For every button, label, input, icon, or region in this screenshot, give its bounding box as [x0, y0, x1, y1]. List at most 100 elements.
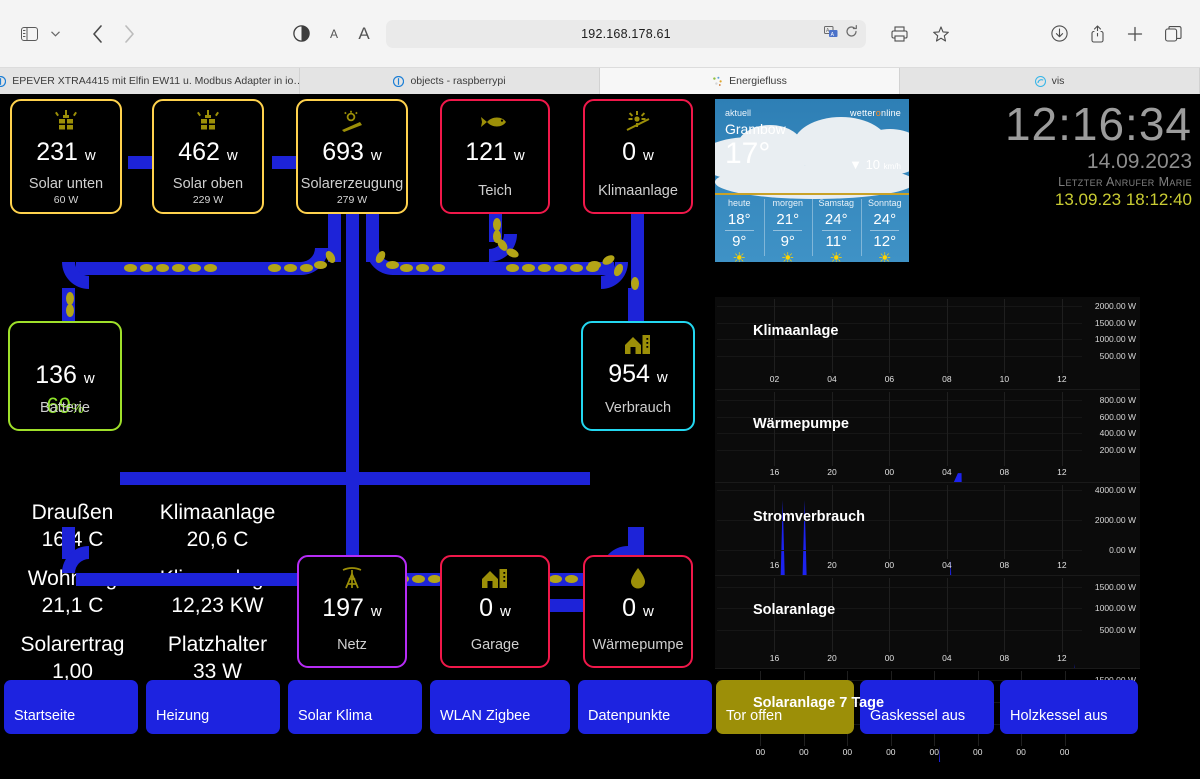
charts-panel: Klimaanlage 500.00 W1000.00 W1500.00 W20… — [715, 297, 1140, 669]
pipe-elbow-left-2 — [62, 262, 89, 289]
chart-waermepumpe[interactable]: Wärmepumpe 200.00 W400.00 W600.00 W800.0… — [715, 390, 1140, 483]
chart-gridline — [889, 485, 890, 559]
node-value: 136 w — [35, 360, 95, 394]
node-solarerzeugung[interactable]: 693 w Solarerzeugung 279 W — [296, 99, 408, 214]
chart-y-axis: 200.00 W400.00 W600.00 W800.00 W — [1082, 392, 1138, 466]
node-value: 197 w — [322, 593, 382, 627]
nav-button-startseite[interactable]: Startseite — [4, 680, 138, 734]
text-size-large-button[interactable]: A — [354, 17, 374, 51]
chart-x-axis: 0000000000000000 — [717, 747, 1082, 761]
node-value: 0 w — [622, 137, 654, 171]
sun-icon: ☀ — [812, 251, 861, 262]
forward-arrow-icon[interactable] — [118, 17, 140, 51]
chart-x-tick-label: 00 — [885, 560, 894, 570]
nav-button-label: Datenpunkte — [588, 708, 670, 724]
nav-button-holzkessel[interactable]: Holzkessel aus — [1000, 680, 1138, 734]
weather-city: Grambow — [725, 121, 786, 137]
chart-y-tick-label: 1000.00 W — [1095, 334, 1136, 344]
forecast-day-name: heute — [715, 198, 764, 208]
chart-x-axis: 162000040812 — [717, 560, 1082, 574]
chart-klimaanlage[interactable]: Klimaanlage 500.00 W1000.00 W1500.00 W20… — [715, 297, 1140, 390]
download-icon[interactable] — [1051, 17, 1068, 51]
tab-overview-icon[interactable] — [1165, 17, 1182, 51]
chart-y-tick-label: 400.00 W — [1100, 428, 1136, 438]
chart-solaranlage[interactable]: Solaranlage 500.00 W1000.00 W1500.00 W 1… — [715, 576, 1140, 669]
node-batterie[interactable]: 136 w 69% Batterie — [8, 321, 122, 431]
text-size-small-button[interactable]: A — [326, 17, 342, 51]
chart-x-tick-label: 16 — [770, 653, 779, 663]
chart-x-tick-label: 00 — [1016, 747, 1025, 757]
plus-icon[interactable] — [1127, 17, 1143, 51]
chart-gridline — [1004, 392, 1005, 466]
node-klimaanlage[interactable]: 0 w Klimaanlage — [583, 99, 693, 214]
weather-widget[interactable]: aktuell wetteronline Grambow 17° ▼ 10 km… — [715, 99, 909, 262]
forecast-divider — [870, 230, 899, 231]
chart-x-axis: 020406081012 — [717, 374, 1082, 388]
back-arrow-icon[interactable] — [86, 17, 108, 51]
chart-gridline — [889, 299, 890, 373]
browser-tab-3[interactable]: vis — [900, 68, 1200, 94]
node-solar-unten[interactable]: 231 w Solar unten 60 W — [10, 99, 122, 214]
nav-button-label: Solar Klima — [298, 708, 372, 724]
pipe-solar-unten-to-oben — [128, 156, 152, 169]
chart-x-tick-label: 02 — [770, 374, 779, 384]
chart-gridline — [717, 450, 1082, 451]
nav-button-datenpunkte[interactable]: Datenpunkte — [578, 680, 712, 734]
chart-x-tick-label: 20 — [827, 653, 836, 663]
chart-gridline — [717, 630, 1082, 631]
browser-tab-2[interactable]: Energiefluss — [600, 68, 900, 94]
node-garage[interactable]: 0 w Garage — [440, 555, 550, 668]
translate-icon[interactable]: AA — [824, 25, 838, 43]
browser-tab-0[interactable]: EPEVER XTRA4415 mit Elfin EW11 u. Modbus… — [0, 68, 300, 94]
print-icon[interactable] — [888, 17, 910, 51]
node-solar-oben[interactable]: 462 w Solar oben 229 W — [152, 99, 264, 214]
chart-x-tick-label: 00 — [799, 747, 808, 757]
browser-toolbar: A A 192.168.178.61 AA — [0, 0, 1200, 68]
browser-tab-label: objects - raspberrypi — [410, 75, 505, 87]
chart-x-tick-label: 00 — [973, 747, 982, 757]
node-verbrauch[interactable]: 954 w Verbrauch — [581, 321, 695, 431]
chart-x-tick-label: 00 — [885, 467, 894, 477]
chart-x-tick-label: 08 — [1000, 653, 1009, 663]
forecast-day-0: heute 18° 9° ☀ — [715, 195, 764, 262]
chart-y-tick-label: 1500.00 W — [1095, 318, 1136, 328]
address-bar[interactable]: 192.168.178.61 AA — [386, 20, 866, 48]
share-icon[interactable] — [1090, 17, 1105, 51]
readings-grid: Draußen 16,4 C Klimaanlage 20,6 C Wohnun… — [0, 499, 290, 685]
weather-wind: ▼ 10 km/h — [849, 157, 901, 172]
nav-button-solar-klima[interactable]: Solar Klima — [288, 680, 422, 734]
node-teich[interactable]: 121 w Teich — [440, 99, 550, 214]
sidebar-icon[interactable] — [16, 17, 42, 51]
node-label: Garage — [442, 637, 548, 653]
browser-tab-1[interactable]: objects - raspberrypi — [300, 68, 600, 94]
chevron-down-icon[interactable] — [46, 17, 64, 51]
chart-x-tick-label: 00 — [756, 747, 765, 757]
node-waermepumpe[interactable]: 0 w Wärmepumpe — [583, 555, 693, 668]
address-bar-actions: AA — [824, 25, 858, 43]
chart-gridline — [947, 578, 948, 652]
chart-stromverbrauch[interactable]: Stromverbrauch 0.00 W2000.00 W4000.00 W … — [715, 483, 1140, 576]
nav-button-label: Heizung — [156, 708, 209, 724]
forecast-high: 18° — [715, 211, 764, 228]
chart-gridline — [947, 485, 948, 559]
chart-gridline — [1062, 485, 1063, 559]
node-label: Solar oben — [154, 176, 262, 192]
weather-label: aktuell — [725, 108, 751, 118]
node-value: 0 w — [479, 593, 511, 627]
forecast-low: 12° — [861, 233, 910, 250]
star-icon[interactable] — [930, 17, 952, 51]
chart-x-tick-label: 20 — [827, 560, 836, 570]
chart-y-tick-label: 200.00 W — [1100, 445, 1136, 455]
nav-button-heizung[interactable]: Heizung — [146, 680, 280, 734]
weather-temperature: 17° — [725, 137, 770, 171]
pipe-solar-oben-to-erzeugung — [272, 156, 296, 169]
chart-x-tick-label: 08 — [1000, 467, 1009, 477]
node-value: 693 w — [322, 137, 382, 171]
tab-bar: EPEVER XTRA4415 mit Elfin EW11 u. Modbus… — [0, 68, 1200, 94]
chart-gridline — [947, 392, 948, 466]
contrast-icon[interactable] — [290, 17, 312, 51]
node-value: 954 w — [608, 359, 668, 393]
reload-icon[interactable] — [845, 25, 858, 43]
node-netz[interactable]: 197 w Netz — [297, 555, 407, 668]
nav-button-wlan-zigbee[interactable]: WLAN Zigbee — [430, 680, 570, 734]
